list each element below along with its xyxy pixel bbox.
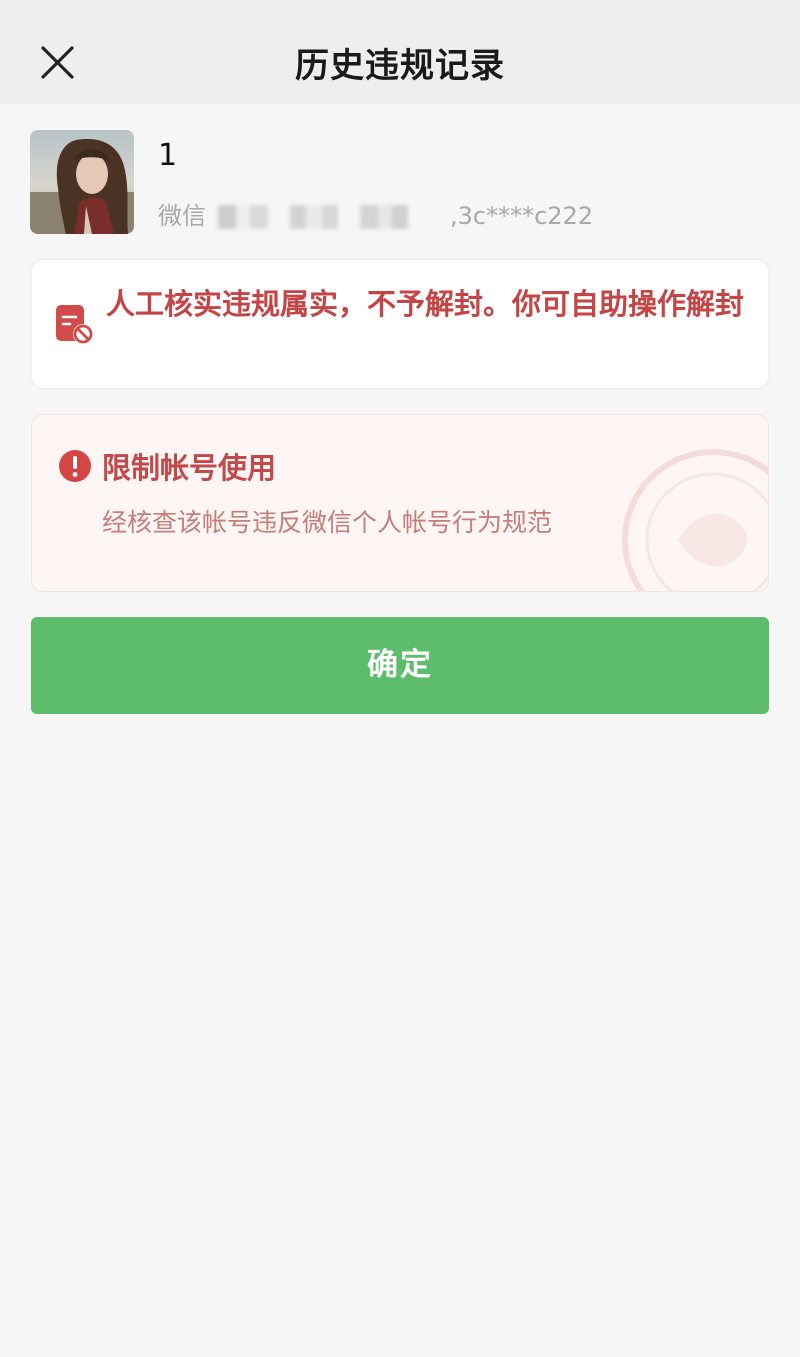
account-name: 1	[158, 138, 178, 173]
page-title: 历史违规记录	[295, 46, 505, 86]
appeal-result-text: 人工核实违规属实，不予解封。你可自助操作解封	[106, 287, 745, 321]
restriction-title: 限制帐号使用	[102, 451, 277, 485]
restricted-document-icon	[56, 305, 93, 344]
account-id: 微信 ,3c****c222	[158, 196, 593, 231]
avatar	[30, 130, 134, 234]
stamp-watermark	[622, 449, 768, 591]
redacted-id	[210, 205, 446, 229]
exclamation-circle-icon	[59, 450, 91, 482]
confirm-button[interactable]: 确定	[31, 617, 769, 714]
top-bar: 历史违规记录	[0, 0, 800, 104]
violation-history-page: 历史违规记录 1 微信,3c****c222 人工核实违规属实，不予解封。你可自…	[0, 0, 800, 1357]
appeal-result-card: 人工核实违规属实，不予解封。你可自助操作解封	[31, 259, 769, 389]
account-id-suffix: ,3c****c222	[450, 202, 594, 230]
account-profile: 1 微信 ,3c****c222	[30, 130, 770, 236]
restriction-card: 限制帐号使用 经核查该帐号违反微信个人帐号行为规范	[31, 414, 769, 592]
account-id-prefix: 微信	[158, 202, 206, 230]
restriction-description: 经核查该帐号违反微信个人帐号行为规范	[102, 508, 553, 537]
